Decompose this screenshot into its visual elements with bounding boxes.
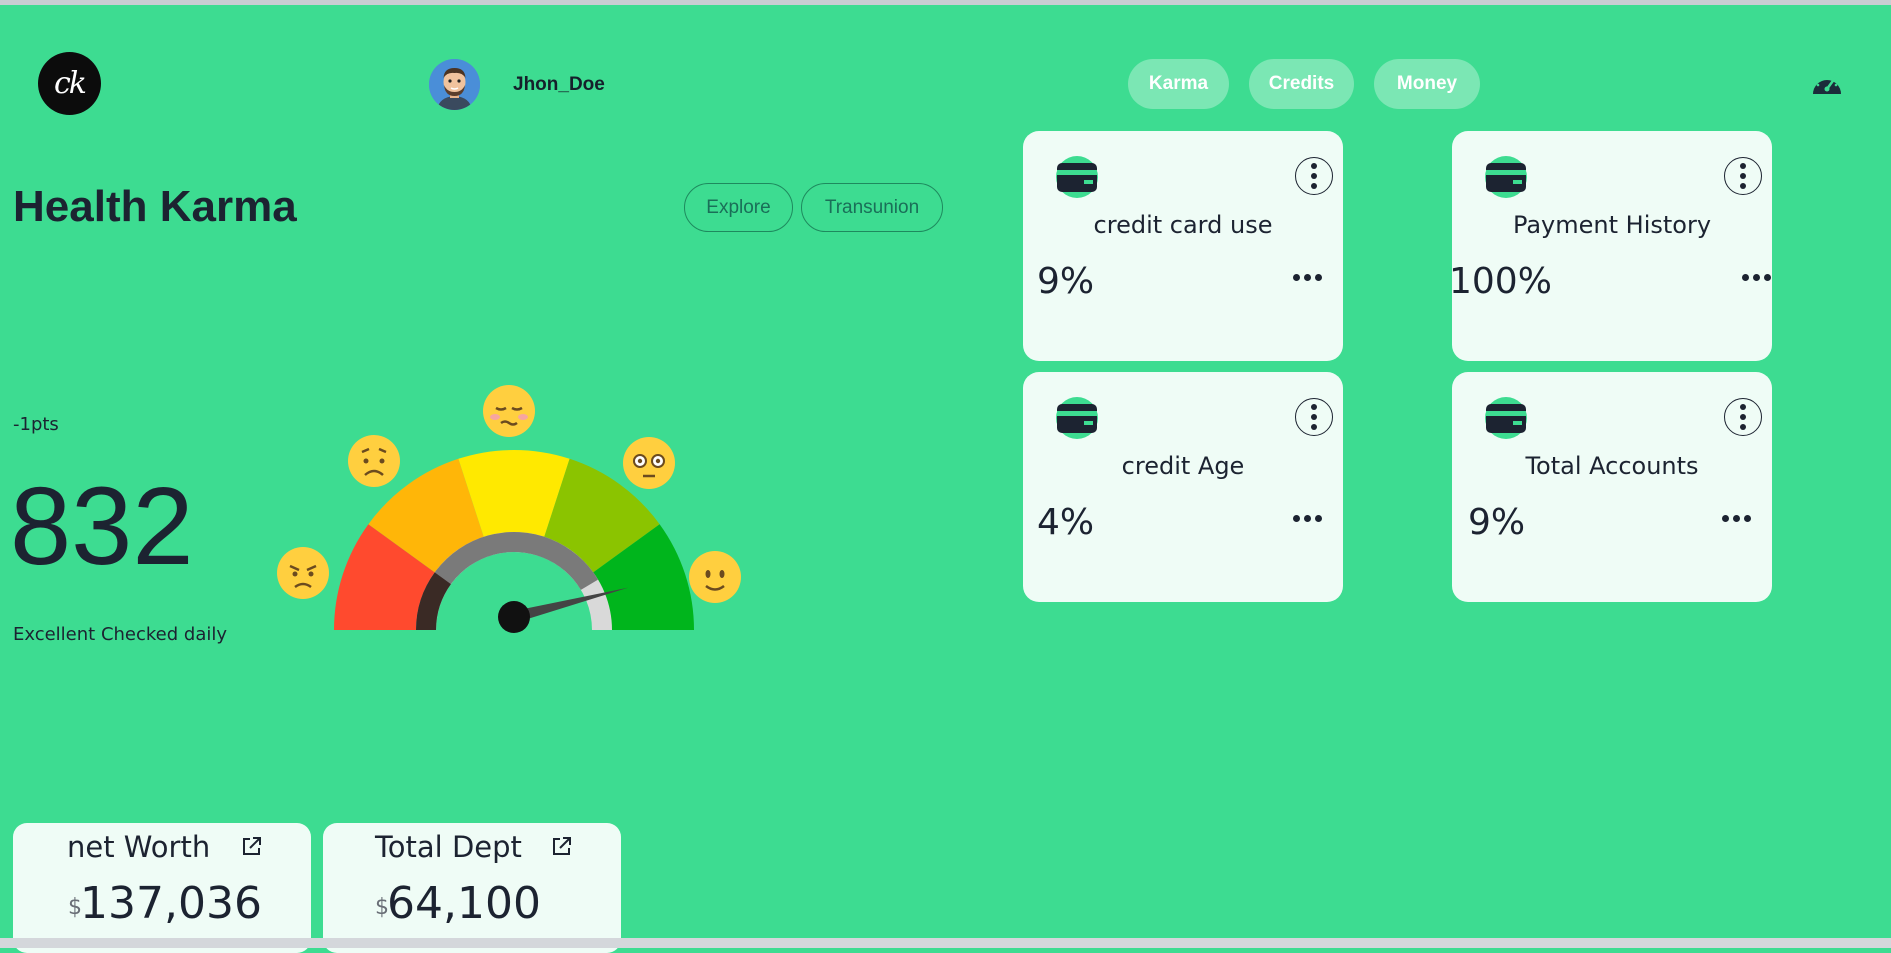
card-more-button[interactable] [1293, 274, 1322, 281]
card-more-button[interactable] [1293, 515, 1322, 522]
card-options-button[interactable] [1295, 398, 1333, 436]
stat-value: 64,100 [387, 878, 541, 929]
unamused-face-icon [483, 385, 535, 437]
card-total-accounts[interactable]: Total Accounts 9% [1452, 372, 1772, 602]
score-caption: Excellent Checked daily [13, 624, 228, 645]
avatar-icon [429, 59, 480, 110]
flushed-face-icon [623, 437, 675, 489]
card-title: Payment History [1512, 211, 1712, 239]
card-options-button[interactable] [1724, 398, 1762, 436]
transunion-button[interactable]: Transunion [801, 183, 943, 232]
net-worth-card[interactable]: net Worth $ 137,036 [13, 823, 311, 953]
logo-text: ck [54, 66, 87, 101]
gauge-needle-hub [498, 601, 530, 633]
stat-label: Total Dept [375, 830, 522, 864]
external-link-icon[interactable] [551, 835, 573, 857]
angry-face-icon [277, 547, 329, 599]
card-payment-history[interactable]: Payment History 100% [1449, 131, 1772, 361]
window-bottom-border [0, 938, 1891, 948]
credit-card-icon [1056, 397, 1098, 439]
credit-score: 832 [10, 465, 194, 588]
card-value: 9% [1468, 502, 1526, 543]
credit-card-icon [1056, 156, 1098, 198]
avatar[interactable] [429, 59, 480, 110]
card-more-button[interactable] [1722, 515, 1751, 522]
card-value: 100% [1449, 261, 1552, 302]
page-title: Health Karma [13, 182, 297, 231]
stat-label: net Worth [67, 830, 211, 864]
card-title: Total Accounts [1525, 452, 1699, 480]
card-more-button[interactable] [1742, 274, 1771, 281]
credit-card-icon [1485, 397, 1527, 439]
external-link-icon[interactable] [241, 835, 263, 857]
username[interactable]: Jhon_Doe [513, 74, 605, 96]
nav-karma[interactable]: Karma [1128, 59, 1229, 109]
window-top-border [0, 0, 1891, 5]
card-value: 4% [1037, 502, 1095, 543]
nav-credits[interactable]: Credits [1249, 59, 1354, 109]
credit-card-icon [1485, 156, 1527, 198]
points-change: -1pts [13, 414, 59, 435]
card-title: credit Age [1121, 452, 1245, 480]
nav-money[interactable]: Money [1374, 59, 1480, 109]
card-credit-age[interactable]: credit Age 4% [1023, 372, 1343, 602]
smiling-face-icon [689, 551, 741, 603]
card-credit-card-use[interactable]: credit card use 9% [1023, 131, 1343, 361]
card-options-button[interactable] [1724, 157, 1762, 195]
card-title: credit card use [1093, 211, 1273, 239]
total-dept-card[interactable]: Total Dept $ 64,100 [323, 823, 621, 953]
card-value: 9% [1037, 261, 1095, 302]
explore-button[interactable]: Explore [684, 183, 793, 232]
stat-value: 137,036 [80, 878, 262, 929]
karma-gauge [277, 385, 741, 633]
worried-face-icon [348, 435, 400, 487]
card-options-button[interactable] [1295, 157, 1333, 195]
speedometer-icon[interactable] [1810, 68, 1844, 98]
brand-logo[interactable]: ck [38, 52, 101, 115]
